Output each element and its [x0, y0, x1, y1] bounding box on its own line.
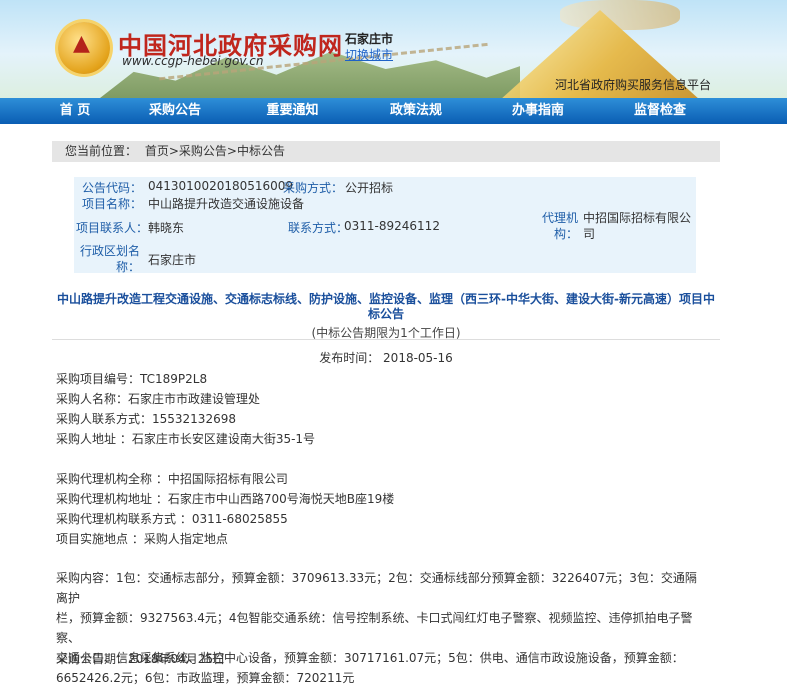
contact-label: 项目联系人：	[76, 221, 149, 235]
notice-period-date: 采购公告期：2018年04月25日	[56, 652, 226, 666]
divider	[52, 339, 720, 340]
agency-value: 中招国际招标有限公司	[583, 211, 692, 241]
nav-guide[interactable]: 办事指南	[477, 98, 599, 124]
buyer-name: 采购人名称：石家庄市市政建设管理处	[56, 392, 261, 406]
code-value-part1: 04130100201805160	[148, 179, 278, 193]
main-nav: 首 页 采购公告 重要通知 政策法规 办事指南 监督检查	[0, 98, 787, 124]
notice-info-table: 公告代码： 0413010020180516009 采购方式： 公开招标 项目名…	[74, 177, 696, 274]
notice-title-line1: 中山路提升改造工程交通设施、交通标志标线、防护设施、监控设备、监理（西三环-中华…	[57, 292, 715, 306]
project-name-value: 中山路提升改造交通设施设备	[148, 197, 305, 211]
nav-procurement[interactable]: 采购公告	[120, 98, 230, 124]
buyer-phone: 采购人联系方式：15532132698	[56, 412, 236, 426]
contact-value: 韩晓东	[148, 221, 185, 235]
nav-notices[interactable]: 重要通知	[230, 98, 355, 124]
buyer-address: 采购人地址 ：石家庄市长安区建设南大街35-1号	[56, 432, 316, 446]
phone-value: 0311-89246112	[344, 219, 440, 233]
content-line-4: 6652426.2元；6包：市政监理，预算金额：720211元	[56, 671, 355, 685]
site-url: www.ccgp-hebei.gov.cn	[122, 54, 264, 68]
project-name-label: 项目名称：	[82, 197, 143, 211]
method-value: 公开招标	[345, 181, 394, 195]
agency-address: 采购代理机构地址 ：石家庄市中山西路700号海悦天地B座19楼	[56, 492, 395, 506]
breadcrumb-prefix: 您当前位置：	[65, 144, 138, 158]
implementation-site: 项目实施地点 ：采购人指定地点	[56, 532, 228, 546]
method-label: 采购方式：	[283, 181, 344, 195]
agency-name: 采购代理机构全称 ：中招国际招标有限公司	[56, 472, 288, 486]
code-label: 公告代码：	[82, 181, 143, 195]
switch-city-link[interactable]: 切换城市	[345, 46, 393, 63]
breadcrumb-path[interactable]: 首页>采购公告>中标公告	[145, 141, 285, 162]
procurement-content: 采购内容：1包：交通标志部分，预算金额：3709613.33元；2包：交通标线部…	[56, 568, 706, 688]
platform-name: 河北省政府购买服务信息平台	[555, 78, 712, 92]
nav-policies[interactable]: 政策法规	[355, 98, 477, 124]
content-line-1: 采购内容：1包：交通标志部分，预算金额：3709613.33元；2包：交通标线部…	[56, 571, 697, 605]
breadcrumb: 您当前位置： 首页>采购公告>中标公告	[52, 141, 720, 162]
region-value: 石家庄市	[148, 253, 197, 267]
phone-label: 联系方式：	[288, 221, 349, 235]
nav-supervision[interactable]: 监督检查	[599, 98, 721, 124]
code-value: 0413010020180516009	[148, 179, 293, 193]
current-city: 石家庄市	[345, 32, 394, 46]
agency-label: 代理机构：	[541, 211, 578, 241]
site-logo-icon[interactable]	[58, 22, 110, 74]
agency-phone: 采购代理机构联系方式 ：0311-68025855	[56, 512, 288, 526]
publish-time-value: 2018-05-16	[383, 351, 453, 365]
publish-time: 发布时间： 2018-05-16	[52, 349, 720, 366]
site-header: 中国河北政府采购网 www.ccgp-hebei.gov.cn 石家庄市 切换城…	[0, 0, 787, 98]
region-label: 行政区划名称：	[79, 244, 140, 274]
content-line-2: 栏，预算金额：9327563.4元；4包智能交通系统：信号控制系统、卡口式闯红灯…	[56, 611, 693, 645]
project-number: 采购项目编号：TC189P2L8	[56, 372, 208, 386]
notice-title: 中山路提升改造工程交通设施、交通标志标线、防护设施、监控设备、监理（西三环-中华…	[52, 292, 720, 322]
notice-title-line2: 标公告	[367, 307, 404, 321]
coins-image	[560, 0, 680, 30]
publish-time-label: 发布时间：	[319, 351, 380, 365]
